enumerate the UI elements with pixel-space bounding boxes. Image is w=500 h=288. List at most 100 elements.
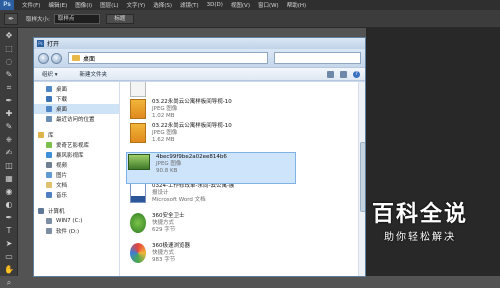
- address-bar[interactable]: 桌面: [68, 52, 268, 64]
- nav-item[interactable]: 文档: [34, 180, 119, 190]
- sample-size-select[interactable]: 取样点: [53, 13, 100, 24]
- view-mode-icon[interactable]: [327, 70, 334, 78]
- back-button[interactable]: ‹: [38, 52, 49, 64]
- nav-item[interactable]: 视频: [34, 160, 119, 170]
- file-item[interactable]: 360极速浏览器 快捷方式 983 字节: [126, 242, 296, 274]
- new-folder-button[interactable]: 新建文件夹: [80, 70, 108, 78]
- gradient-icon[interactable]: ▦: [3, 173, 15, 184]
- menu-view[interactable]: 视图(V): [231, 1, 250, 9]
- lasso-icon[interactable]: ◌: [3, 56, 15, 67]
- sample-size-label: 取样大小:: [26, 16, 50, 23]
- stamp-icon[interactable]: ⎈: [3, 134, 15, 145]
- dialog-titlebar: Ps 打开: [34, 38, 365, 49]
- nav-item-label: WIN7 (C:): [56, 218, 83, 224]
- menu-image[interactable]: 图像(I): [75, 1, 92, 9]
- menu-type[interactable]: 文字(Y): [127, 1, 146, 9]
- quick-select-icon[interactable]: ✎: [3, 69, 15, 80]
- brush-icon[interactable]: ✎: [3, 121, 15, 132]
- file-name: 4bec99f9be2a02ee814b6: [156, 154, 227, 160]
- menu-window[interactable]: 窗口(W): [258, 1, 279, 9]
- ps-app-icon: Ps: [37, 40, 44, 47]
- menu-layer[interactable]: 图层(L): [100, 1, 118, 9]
- nav-item[interactable]: 最近访问的位置: [34, 114, 119, 124]
- eraser-icon[interactable]: ◫: [3, 160, 15, 171]
- file-item[interactable]: 680 字节: [126, 82, 296, 108]
- organize-button[interactable]: 组织 ▾: [42, 70, 58, 78]
- nav-item-label: 最近访问的位置: [56, 117, 95, 123]
- marquee-icon[interactable]: ⬚: [3, 43, 15, 54]
- menu-select[interactable]: 选择(S): [153, 1, 172, 9]
- nav-item[interactable]: 图片: [34, 170, 119, 180]
- file-type: JPEG 图像: [152, 130, 178, 136]
- nav-item-label: 图片: [56, 173, 68, 179]
- options-button[interactable]: 标题: [105, 13, 134, 24]
- menu-file[interactable]: 文件(F): [22, 1, 40, 9]
- file-type: 快捷方式: [152, 220, 175, 226]
- file-item[interactable]: 0324-工作修改单-永尚-云公寓-展 报设计 Microsoft Word 文档: [126, 182, 296, 214]
- forward-button[interactable]: ›: [51, 52, 62, 64]
- hand-icon[interactable]: ✋: [3, 264, 15, 275]
- help-icon[interactable]: ?: [353, 70, 360, 78]
- navigation-pane: 桌面 下载 桌面最近访问的位置库爱奇艺影视库暴风影视库 视频图片文档 音乐计算机 WIN7…: [34, 82, 120, 276]
- search-input[interactable]: [274, 52, 361, 64]
- nav-item[interactable]: 下载: [34, 94, 119, 104]
- heal-icon[interactable]: ✚: [3, 108, 15, 119]
- options-bar: ✒ 取样大小: 取样点 标题: [0, 10, 500, 28]
- nav-item-icon: [46, 152, 52, 158]
- address-text: 桌面: [83, 55, 96, 63]
- nav-item[interactable]: 软件 (D:): [34, 226, 119, 236]
- file-name: 360安全卫士: [152, 213, 185, 219]
- file-type: JPEG 图像: [156, 161, 182, 167]
- green-file-icon: [128, 154, 150, 170]
- nav-item-label: 暴风影视库: [56, 153, 84, 159]
- view-controls: ?: [327, 70, 365, 78]
- nav-item-icon: [46, 182, 52, 188]
- open-file-dialog: Ps 打开 ‹ › 桌面 组织 ▾ 新建文件夹 ? 桌面 下载 桌面 最近访问的位置库…: [33, 37, 366, 277]
- preview-pane-icon[interactable]: [340, 70, 347, 78]
- file-text: 0324-工作修改单-永尚-云公寓-展 报设计 Microsoft Word 文档: [152, 183, 234, 204]
- file-item[interactable]: 4bec99f9be2a02ee814b6 JPEG 图像 90.8 KB: [126, 152, 296, 184]
- zoom-icon[interactable]: ⌕: [3, 277, 15, 288]
- nav-item[interactable]: 桌面: [34, 104, 119, 114]
- nav-item[interactable]: 暴风影视库: [34, 150, 119, 160]
- menu-help[interactable]: 帮助(H): [287, 1, 306, 9]
- blur-icon[interactable]: ◉: [3, 186, 15, 197]
- nav-item-icon: [46, 96, 52, 102]
- nav-item[interactable]: WIN7 (C:): [34, 216, 119, 226]
- nav-item-label: 文档: [56, 183, 68, 189]
- path-select-icon[interactable]: ➤: [3, 238, 15, 249]
- nav-item-icon: [46, 172, 52, 178]
- nav-item[interactable]: 计算机: [34, 206, 119, 216]
- move-icon[interactable]: ✥: [3, 30, 15, 41]
- menu-3d[interactable]: 3D(D): [207, 2, 223, 8]
- eyedropper-icon[interactable]: ✒: [4, 12, 18, 25]
- pen-icon[interactable]: ✒: [3, 212, 15, 223]
- file-list: 360极速浏览器 快捷方式 983 字节 360安全卫士 快捷方式 629 字节 0324-…: [120, 82, 365, 276]
- nav-item-icon: [46, 106, 52, 112]
- dialog-toolbar: 组织 ▾ 新建文件夹 ?: [34, 67, 365, 81]
- menu-filter[interactable]: 滤镜(T): [180, 1, 199, 9]
- file-name: 0324-工作修改单-永尚-云公寓-展: [152, 183, 235, 189]
- nav-item[interactable]: 桌面: [34, 84, 119, 94]
- nav-item-icon: [38, 208, 44, 214]
- dodge-icon[interactable]: ◐: [3, 199, 15, 210]
- doc-file-icon: [130, 82, 146, 97]
- nav-item-icon: [46, 218, 52, 224]
- photoshop-logo: Ps: [0, 0, 14, 10]
- crop-icon[interactable]: ⌗: [3, 82, 15, 93]
- file-item[interactable]: 360安全卫士 快捷方式 629 字节: [126, 212, 296, 244]
- type-icon[interactable]: T: [3, 225, 15, 236]
- menu-edit[interactable]: 编辑(E): [48, 1, 67, 9]
- nav-item[interactable]: 库: [34, 130, 119, 140]
- browser-file-icon: [130, 243, 146, 263]
- history-brush-icon[interactable]: ✍: [3, 147, 15, 158]
- eyedropper-icon[interactable]: ✒: [3, 95, 15, 106]
- nav-item[interactable]: 音乐: [34, 190, 119, 200]
- file-type: 快捷方式: [152, 250, 175, 256]
- nav-item-icon: [46, 192, 52, 198]
- nav-item[interactable]: 爱奇艺影视库: [34, 140, 119, 150]
- watermark-title: 百科全说: [371, 202, 468, 227]
- nav-item-icon: [46, 228, 52, 234]
- shape-icon[interactable]: ▭: [3, 251, 15, 262]
- file-size: Microsoft Word 文档: [152, 197, 206, 203]
